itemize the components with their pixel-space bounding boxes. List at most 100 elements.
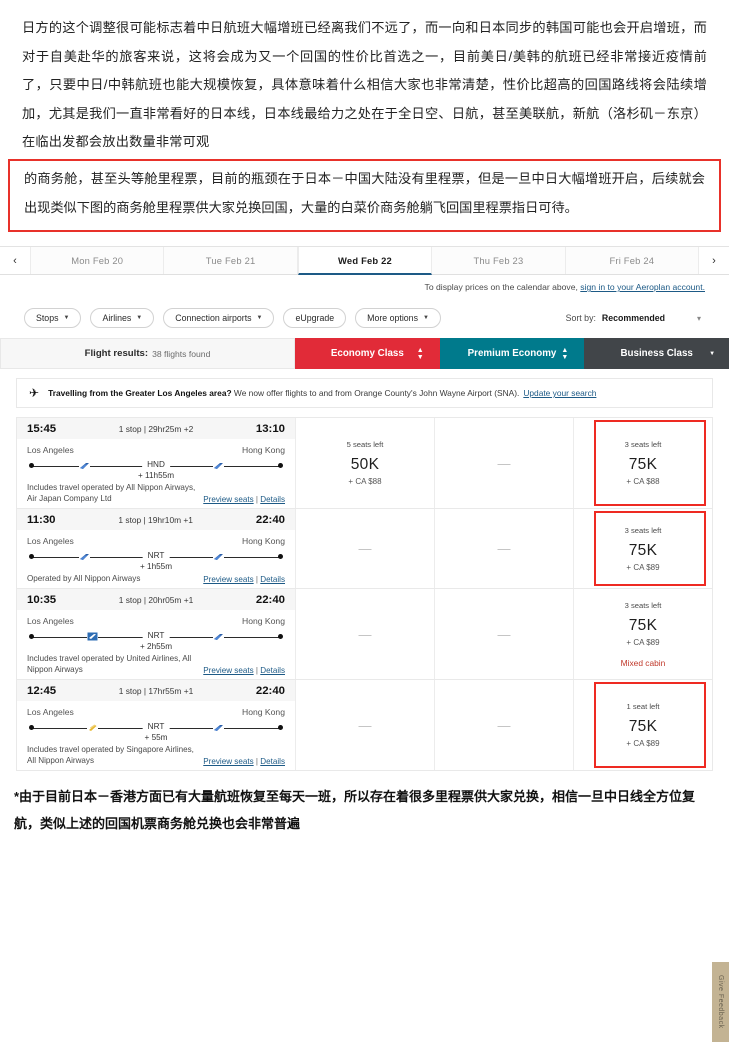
route-cities: Los Angeles Hong Kong <box>27 445 285 455</box>
origin-city: Los Angeles <box>27 536 74 547</box>
flight-results-count: Flight results: 38 flights found <box>0 338 295 370</box>
price-cash: + CA $89 <box>626 637 660 647</box>
cabin-tab-economy-label: Economy Class <box>330 348 404 360</box>
flight-route: Los Angeles Hong Kong NRT <box>17 530 295 588</box>
layover-duration: + 2h55m <box>139 642 173 652</box>
table-row[interactable]: 11:30 1 stop | 19hr10m +1 22:40 Los Ange… <box>16 508 713 589</box>
preview-seats-link[interactable]: Preview seats <box>203 666 253 675</box>
connection-airport: NRT <box>142 722 170 732</box>
flight-footer: Includes travel operated by All Nippon A… <box>27 479 285 504</box>
route-diagram: NRT + 2h55m <box>27 628 285 652</box>
date-tab-fri-feb-24[interactable]: Fri Feb 24 <box>565 247 700 275</box>
flight-duration-stops: 1 stop | 19hr10m +1 <box>118 514 193 525</box>
route-cities: Los Angeles Hong Kong <box>27 616 285 626</box>
update-search-link[interactable]: Update your search <box>523 388 596 398</box>
price-cash: + CA $88 <box>348 477 382 487</box>
origin-dot <box>29 463 34 469</box>
filter-more-options[interactable]: More options ▼ <box>355 308 441 329</box>
table-row[interactable]: 15:45 1 stop | 29hr25m +2 13:10 Los Ange… <box>16 417 713 509</box>
highlighted-paragraph: 的商务舱，甚至头等舱里程票，目前的瓶颈在于日本－中国大陆没有里程票，但是一旦中日… <box>24 170 705 215</box>
chevron-down-icon: ▼ <box>422 315 429 322</box>
prev-date-arrow[interactable]: ‹ <box>0 247 30 274</box>
no-price-dash: — <box>358 626 372 642</box>
origin-dot <box>29 634 34 640</box>
aeroplan-search-screenshot: ‹ Mon Feb 20 Tue Feb 21 Wed Feb 22 Thu F… <box>0 246 729 1042</box>
airport-notice-bold: Travelling from the Greater Los Angeles … <box>48 388 232 399</box>
no-price-dash: — <box>358 717 372 733</box>
price-cash: + CA $89 <box>626 562 660 572</box>
details-link[interactable]: Details <box>260 575 285 584</box>
price-cell-economy[interactable]: 5 seats left 50K + CA $88 <box>296 418 435 509</box>
preview-seats-link[interactable]: Preview seats <box>203 495 253 504</box>
chevron-down-icon: ▼ <box>256 315 263 322</box>
flight-summary: 11:30 1 stop | 19hr10m +1 22:40 Los Ange… <box>17 509 296 589</box>
price-miles: 75K <box>628 616 658 634</box>
signin-link[interactable]: sign in to your Aeroplan account. <box>580 282 705 292</box>
table-row[interactable]: 10:35 1 stop | 20hr05m +1 22:40 Los Ange… <box>16 588 713 680</box>
article-text: 日方的这个调整很可能标志着中日航班大幅增班已经离我们不远了，而一向和日本同步的韩… <box>0 0 729 157</box>
route-cities: Los Angeles Hong Kong <box>27 707 285 717</box>
price-cell-business[interactable]: 1 seat left 75K + CA $89 <box>574 680 712 770</box>
destination-dot <box>278 725 283 731</box>
chevron-down-icon: ▾ <box>696 313 701 323</box>
filter-connection-airports[interactable]: Connection airports ▼ <box>163 308 275 329</box>
table-row[interactable]: 12:45 1 stop | 17hr55m +1 22:40 Los Ange… <box>16 679 713 772</box>
sort-by-control[interactable]: Sort by: Recommended ▾ <box>566 313 707 323</box>
flight-duration-stops: 1 stop | 17hr55m +1 <box>118 685 194 696</box>
filter-eupgrade[interactable]: eUpgrade <box>283 308 347 329</box>
date-tab-thu-feb-23[interactable]: Thu Feb 23 <box>432 247 566 275</box>
cabin-tab-premium-economy[interactable]: Premium Economy ▲ ▼ <box>439 338 585 370</box>
sort-by-value: Recommended <box>601 313 665 324</box>
date-tab-mon-feb-20[interactable]: Mon Feb 20 <box>30 247 165 275</box>
price-cell-business[interactable]: 3 seats left 75K + CA $88 <box>574 418 712 508</box>
date-tabs: Mon Feb 20 Tue Feb 21 Wed Feb 22 Thu Feb… <box>30 247 700 276</box>
preview-seats-link[interactable]: Preview seats <box>203 757 253 766</box>
preview-seats-link[interactable]: Preview seats <box>203 575 253 584</box>
destination-city: Hong Kong <box>241 536 285 547</box>
no-price-dash: — <box>497 541 511 557</box>
operated-by-text: Includes travel operated by All Nippon A… <box>27 483 196 504</box>
price-miles: 75K <box>628 718 658 736</box>
filter-bar: Stops ▼ Airlines ▼ Connection airports ▼… <box>0 292 729 338</box>
details-link[interactable]: Details <box>260 495 285 504</box>
date-tab-wed-feb-22[interactable]: Wed Feb 22 <box>297 247 433 276</box>
signin-prompt-text: To display prices on the calendar above, <box>424 282 581 293</box>
depart-time: 15:45 <box>27 422 57 435</box>
flight-times: 15:45 1 stop | 29hr25m +2 13:10 <box>17 418 295 440</box>
operated-by-text: Operated by All Nippon Airways <box>27 574 141 584</box>
filter-more-options-label: More options <box>367 313 418 324</box>
sort-toggle-icon[interactable]: ▲ ▼ <box>417 347 424 361</box>
next-date-arrow[interactable]: › <box>699 247 729 274</box>
filter-stops-label: Stops <box>36 313 59 324</box>
origin-city: Los Angeles <box>27 445 74 456</box>
price-cell-business[interactable]: 3 seats left 75K + CA $89 <box>574 509 712 588</box>
flight-footer: Operated by All Nippon Airways Preview s… <box>27 570 285 584</box>
date-tab-tue-feb-21[interactable]: Tue Feb 21 <box>164 247 298 275</box>
mixed-cabin-label: Mixed cabin <box>620 657 666 668</box>
give-feedback-tab[interactable]: Give Feedback <box>712 962 729 1042</box>
route-diagram: NRT + 1h55m <box>27 548 285 571</box>
destination-dot <box>278 634 283 640</box>
depart-time: 10:35 <box>27 593 57 606</box>
flight-duration-stops: 1 stop | 20hr05m +1 <box>118 594 194 605</box>
price-cash: + CA $89 <box>626 739 660 749</box>
origin-dot <box>29 554 34 560</box>
flight-summary: 12:45 1 stop | 17hr55m +1 22:40 Los Ange… <box>17 680 296 771</box>
flight-results-list: 15:45 1 stop | 29hr25m +2 13:10 Los Ange… <box>16 417 713 772</box>
route-cities: Los Angeles Hong Kong <box>27 536 285 546</box>
flight-links: Preview seats | Details <box>203 757 285 767</box>
cabin-tab-business-label: Business Class <box>620 348 693 360</box>
flight-links: Preview seats | Details <box>203 495 285 505</box>
cabin-tab-business[interactable]: Business Class ▼ <box>584 338 729 370</box>
sort-toggle-icon[interactable]: ▲ ▼ <box>561 347 568 361</box>
ana-airline-icon <box>213 461 224 471</box>
cabin-tab-economy[interactable]: Economy Class ▲ ▼ <box>295 338 440 370</box>
filter-airlines[interactable]: Airlines ▼ <box>90 308 155 329</box>
highlighted-paragraph-box: 的商务舱，甚至头等舱里程票，目前的瓶颈在于日本－中国大陆没有里程票，但是一旦中日… <box>8 158 721 233</box>
price-cell-business[interactable]: 3 seats left 75K + CA $89 Mixed cabin <box>574 589 712 679</box>
details-link[interactable]: Details <box>260 757 285 766</box>
filter-stops[interactable]: Stops ▼ <box>24 308 82 329</box>
seats-left: 1 seat left <box>626 702 660 712</box>
chevron-down-icon[interactable]: ▼ <box>709 351 715 357</box>
details-link[interactable]: Details <box>260 666 285 675</box>
